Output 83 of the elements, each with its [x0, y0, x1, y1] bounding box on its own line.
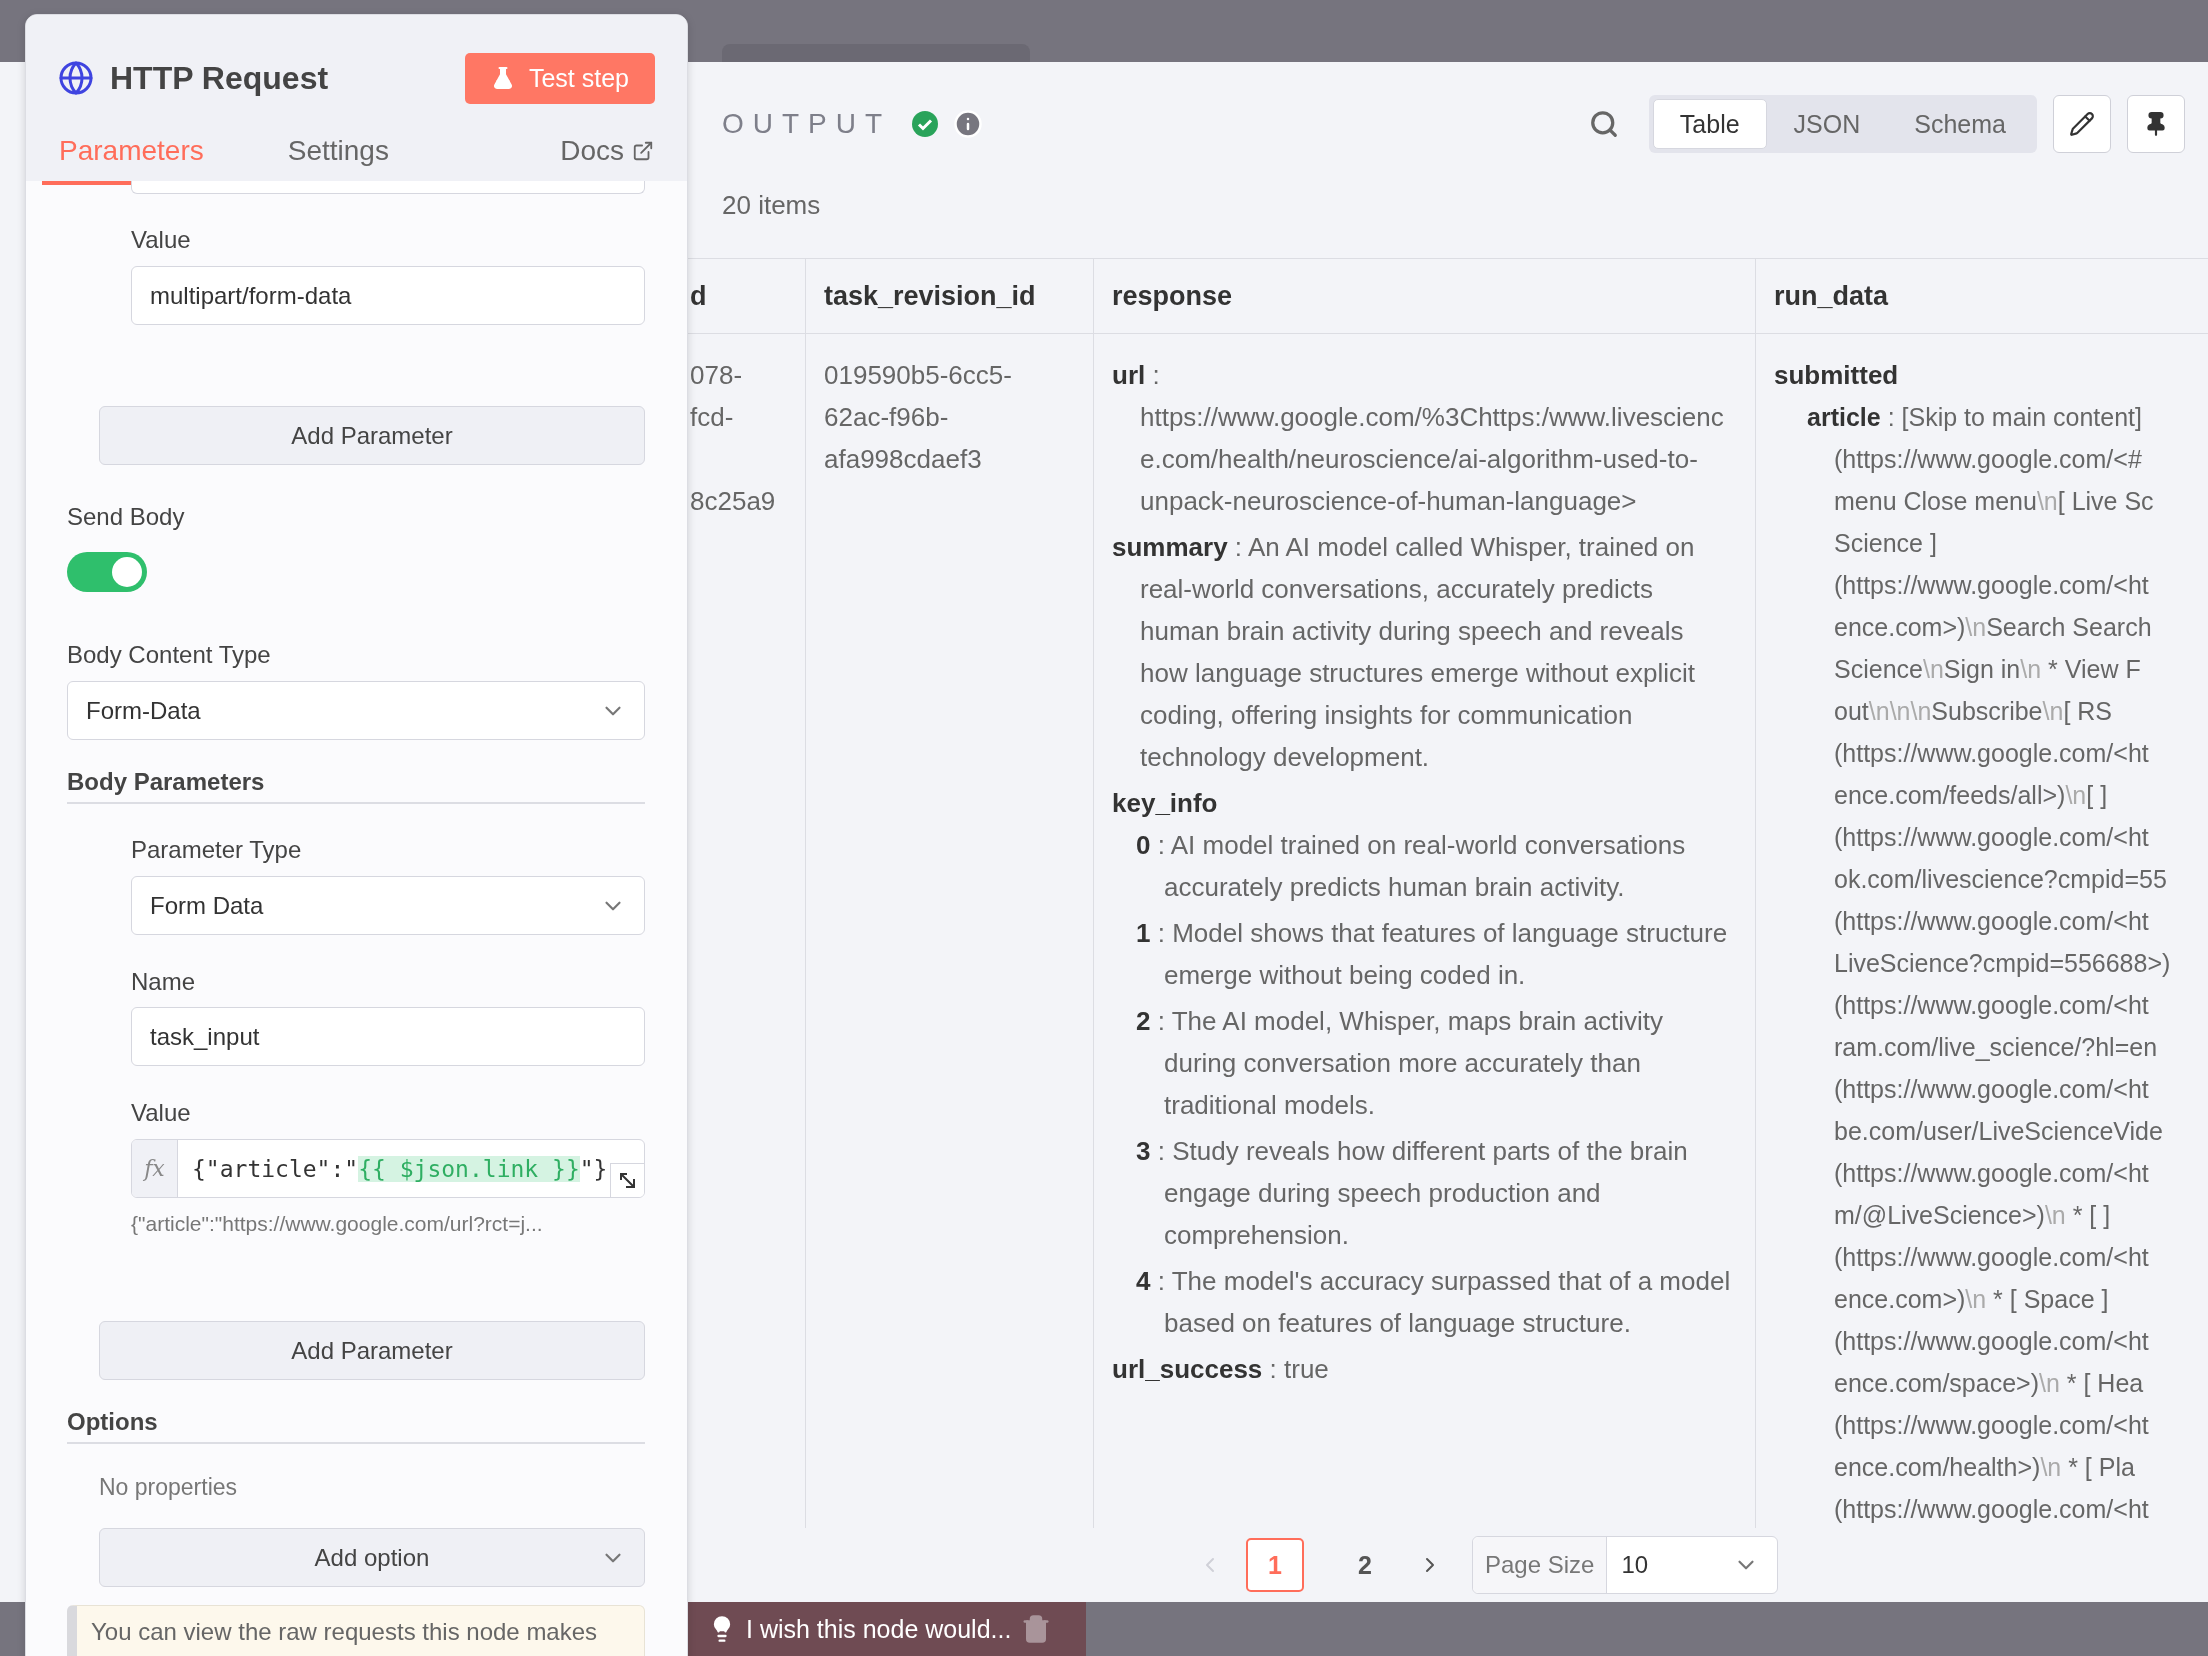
search-icon[interactable]: [1588, 109, 1619, 139]
field-entry: summary : An AI model called Whisper, trained on real-world conversations, accurately predicts human brain activity during speech and reveals how language structures emerge without explicit coding, offering insights for communication technology development.: [1112, 531, 1696, 774]
info-icon[interactable]: [953, 109, 984, 139]
field-label: Send Body: [67, 502, 186, 532]
field-value-line: Science ]: [1833, 528, 1938, 559]
field-value-line: ram.com/live_science/?hl=en: [1833, 1032, 2159, 1063]
field-value-line: Science\nSign in\n * View F: [1833, 654, 2142, 685]
feedback-prompt[interactable]: I wish this node would...: [746, 1614, 1012, 1644]
field-value-line: ence.com/feeds/all>)\n[ ]: [1833, 780, 2109, 811]
field-value-line: (https://www.google.com/<ht: [1833, 1326, 2150, 1357]
toggle-switch[interactable]: [67, 552, 147, 592]
input-field[interactable]: task_input: [131, 1007, 645, 1066]
pencil-icon: [2069, 111, 2095, 137]
field-value-line: (https://www.google.com/<ht: [1833, 822, 2150, 853]
field-label: Value: [131, 1098, 192, 1128]
expand-icon: [617, 1170, 638, 1191]
field-value-line: (https://www.google.com/<ht: [1833, 738, 2150, 769]
field-value-line: (https://www.google.com/<#: [1833, 444, 2143, 475]
field-value-line: (https://www.google.com/<ht: [1833, 1158, 2150, 1189]
external-link-icon: [632, 140, 654, 162]
field-value-line: LiveScience?cmpid=556688>): [1833, 948, 2172, 979]
field-value-line: (https://www.google.com/<ht: [1833, 1074, 2150, 1105]
select-field[interactable]: Form Data: [131, 876, 645, 935]
input-field[interactable]: multipart/form-data: [131, 266, 645, 325]
expand-button[interactable]: [610, 1163, 644, 1197]
field-value-line: out\n\n\nSubscribe\n[ RS: [1833, 696, 2113, 727]
field-value-line: (https://www.google.com/<ht: [1833, 906, 2150, 937]
column-header: task_revision_id: [806, 259, 1094, 334]
item-count: 20 items: [721, 189, 822, 222]
field-value-line: (https://www.google.com/<ht: [1833, 1410, 2150, 1441]
field-value-line: menu Close menu\n[ Live Sc: [1833, 486, 2155, 517]
field-value-line: ence.com/space>)\n * [ Hea: [1833, 1368, 2145, 1399]
field-entry: 4 : The model's accuracy surpassed that of a model based on features of language structure.: [1135, 1265, 1732, 1340]
table-cell-text: 8c25a9: [690, 485, 777, 518]
table-cell-text: 019590b5-6cc5-62ac-f96b-afa998cdaef3: [824, 359, 1013, 476]
field-value-line: m/@LiveScience>)\n * [ ]: [1833, 1200, 2112, 1231]
pin-button[interactable]: [2127, 95, 2185, 153]
field-entry: 2 : The AI model, Whisper, maps brain activity during conversation more accurately than traditional models.: [1135, 1005, 1664, 1122]
field-value-line: (https://www.google.com/<ht: [1833, 570, 2150, 601]
view-tab[interactable]: Table: [1652, 99, 1767, 149]
table-cell-text: 078-: [690, 359, 744, 392]
field-label: Body Content Type: [67, 640, 272, 670]
add-parameter-button[interactable]: Add Parameter: [99, 406, 645, 465]
info-notice: You can view the raw requests this node makes: [67, 1605, 645, 1656]
field-entry: 3 : Study reveals how different parts of the brain engage during speech production and comprehension.: [1135, 1135, 1689, 1252]
field-value-line: ence.com>)\nSearch Search: [1833, 612, 2153, 643]
section-title: Options: [67, 1407, 645, 1444]
column-header: run_data: [1756, 259, 2208, 334]
section-title: Body Parameters: [67, 767, 645, 804]
field-entry: url_success : true: [1112, 1353, 1330, 1386]
docs-link[interactable]: Docs: [560, 135, 654, 181]
field-value-line: ence.com>)\n * [ Space ]: [1833, 1284, 2110, 1315]
field-entry: article : [Skip to main content]: [1806, 402, 2143, 433]
expression-preview: {"article":"https://www.google.com/url?rct=j...: [131, 1211, 544, 1237]
field-value-line: ok.com/livescience?cmpid=55: [1833, 864, 2168, 895]
output-title: OUTPUT: [722, 108, 892, 140]
panel-tab[interactable]: Settings: [287, 135, 389, 181]
expression-field[interactable]: fx {"article":"{{ $json.link }}"}: [131, 1139, 645, 1198]
node-title: HTTP Request: [110, 59, 329, 97]
add-parameter-button[interactable]: Add Parameter: [99, 1321, 645, 1380]
empty-message: No properties: [99, 1473, 239, 1502]
field-label: Parameter Type: [131, 835, 303, 865]
view-tab[interactable]: Schema: [1887, 99, 2033, 149]
field-value-line: ence.com/health>)\n * [ Pla: [1833, 1452, 2136, 1483]
table-cell-text: fcd-: [690, 401, 735, 434]
field-key: key_info: [1112, 782, 1737, 824]
field-value-line: (https://www.google.com/<ht: [1833, 990, 2150, 1021]
field-value-line: (https://www.google.com/<ht: [1833, 1242, 2150, 1273]
view-tab[interactable]: JSON: [1766, 99, 1888, 149]
globe-icon: [58, 60, 94, 96]
field-value-line: (https://www.google.com/<ht: [1833, 1494, 2150, 1525]
field-value-line: be.com/user/LiveScienceVide: [1833, 1116, 2164, 1147]
select-field[interactable]: Form-Data: [67, 681, 645, 740]
field-entry: 1 : Model shows that features of language structure emerge without being coded in.: [1135, 917, 1729, 992]
field-key: submitted: [1774, 354, 2208, 396]
edit-button[interactable]: [2053, 95, 2111, 153]
field-entry: 0 : AI model trained on real-world conversations accurately predicts human brain activity.: [1135, 829, 1687, 904]
field-label: Name: [131, 967, 197, 997]
column-header: response: [1094, 259, 1756, 334]
field-label: Value: [131, 225, 192, 255]
field-entry: url : https://www.google.com/%3Chttps:/www.livescience.com/health/neuroscience/ai-algorithm-used-to-unpack-neuroscience-of-human-language>: [1112, 359, 1725, 518]
add-option-select[interactable]: Add option: [99, 1528, 645, 1587]
page-button[interactable]: 2: [1336, 1538, 1394, 1592]
